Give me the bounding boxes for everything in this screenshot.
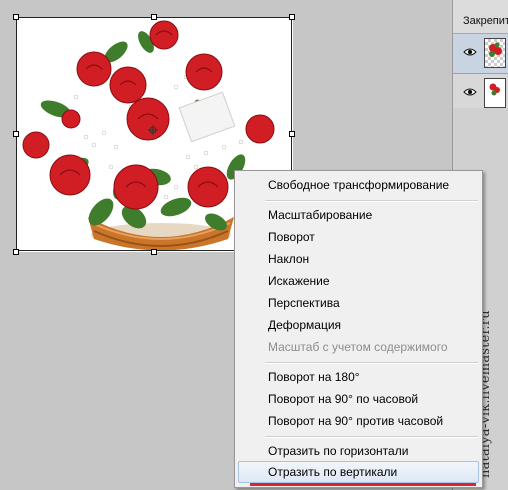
transform-center-icon[interactable] [148, 125, 158, 135]
menu-item-distort[interactable]: Искажение [238, 270, 479, 292]
menu-item-rotate[interactable]: Поворот [238, 226, 479, 248]
layers-panel-header: Закрепить [453, 0, 508, 34]
transform-handle-right[interactable] [289, 131, 295, 137]
menu-item-flip-vertical[interactable]: Отразить по вертикали [238, 461, 479, 483]
menu-item-perspective[interactable]: Перспектива [238, 292, 479, 314]
lock-label: Закрепить [463, 15, 508, 27]
transform-handle-bottom-left[interactable] [13, 249, 19, 255]
menu-item-free-transform[interactable]: Свободное трансформирование [238, 174, 479, 196]
layer-thumbnail-background [484, 78, 506, 108]
transform-handle-top[interactable] [151, 14, 157, 20]
menu-item-rotate-90-cw[interactable]: Поворот на 90° по часовой [238, 388, 479, 410]
eye-icon[interactable] [463, 47, 477, 57]
transform-handle-left[interactable] [13, 131, 19, 137]
menu-item-flip-horizontal[interactable]: Отразить по горизонтали [238, 440, 479, 462]
menu-separator [265, 436, 478, 438]
menu-item-rotate-90-ccw[interactable]: Поворот на 90° против часовой [238, 410, 479, 432]
transform-handle-top-left[interactable] [13, 14, 19, 20]
menu-item-scale[interactable]: Масштабирование [238, 204, 479, 226]
menu-item-rotate-180[interactable]: Поворот на 180° [238, 366, 479, 388]
eye-icon[interactable] [463, 87, 477, 97]
layer-row-bouquet[interactable] [453, 34, 508, 74]
highlight-underline [250, 483, 476, 486]
menu-item-warp[interactable]: Деформация [238, 314, 479, 336]
transform-handle-top-right[interactable] [289, 14, 295, 20]
menu-separator [265, 362, 478, 364]
menu-item-skew[interactable]: Наклон [238, 248, 479, 270]
menu-item-content-aware-scale: Масштаб с учетом содержимого [268, 340, 448, 354]
transform-handle-bottom[interactable] [151, 249, 157, 255]
transform-context-menu: Свободное трансформирование Масштабирова… [234, 170, 483, 488]
layer-thumbnail-bouquet [484, 38, 506, 68]
menu-separator [265, 200, 478, 202]
